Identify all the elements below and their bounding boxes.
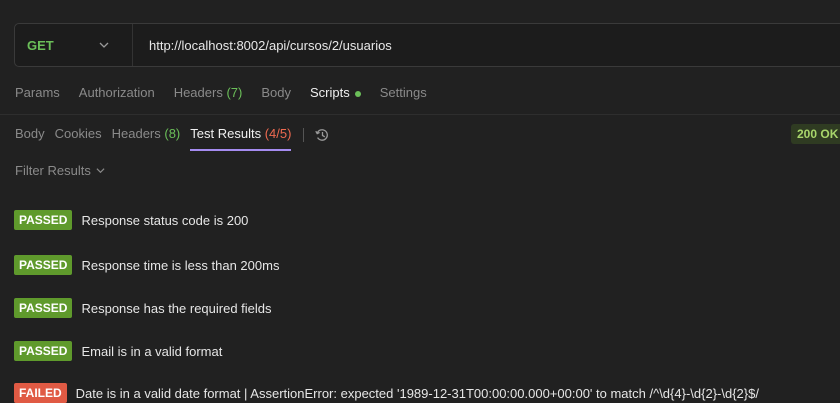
url-bar: GET http://localhost:8002/api/cursos/2/u…: [14, 23, 840, 67]
test-result-row: FAILED Date is in a valid date format | …: [14, 383, 759, 403]
modified-dot-icon: [354, 90, 361, 97]
tab-params[interactable]: Params: [15, 85, 60, 105]
tab-body[interactable]: Body: [261, 85, 291, 105]
passed-badge: PASSED: [14, 255, 73, 275]
url-input[interactable]: http://localhost:8002/api/cursos/2/usuar…: [149, 38, 392, 53]
tab-headers[interactable]: Headers (7): [174, 85, 243, 105]
tab-scripts[interactable]: Scripts: [310, 85, 361, 105]
request-tabs: Params Authorization Headers (7) Body Sc…: [15, 85, 446, 105]
divider: [0, 114, 840, 115]
response-tab-test-results[interactable]: Test Results (4/5): [190, 125, 292, 151]
chevron-down-icon: [96, 168, 105, 174]
top-bar: [0, 0, 840, 10]
tab-authorization[interactable]: Authorization: [79, 85, 155, 105]
test-result-row: PASSED Response has the required fields: [14, 298, 272, 318]
tab-separator: [303, 128, 305, 142]
test-result-row: PASSED Response status code is 200: [14, 210, 248, 230]
history-icon[interactable]: [314, 127, 330, 143]
test-results-count: (4/5): [264, 125, 292, 141]
response-tab-cookies[interactable]: Cookies: [55, 126, 102, 145]
chevron-down-icon: [99, 42, 109, 48]
method-selector[interactable]: GET: [15, 24, 133, 66]
test-result-row: PASSED Response time is less than 200ms: [14, 255, 279, 275]
filter-results-dropdown[interactable]: Filter Results: [15, 163, 105, 178]
response-tab-body[interactable]: Body: [15, 126, 45, 145]
failed-badge: FAILED: [14, 383, 67, 403]
test-result-text: Response time is less than 200ms: [81, 257, 280, 273]
response-headers-count: (8): [164, 125, 181, 141]
test-result-row: PASSED Email is in a valid format: [14, 341, 222, 361]
method-label: GET: [27, 37, 54, 53]
passed-badge: PASSED: [14, 298, 73, 318]
filter-label: Filter Results: [15, 163, 91, 178]
test-result-text: Email is in a valid format: [81, 343, 223, 359]
response-tab-headers[interactable]: Headers (8): [112, 126, 181, 145]
test-result-text: Response status code is 200: [81, 212, 249, 228]
test-result-text: Date is in a valid date format | Asserti…: [75, 385, 759, 401]
passed-badge: PASSED: [14, 210, 73, 230]
status-badge: 200 OK: [791, 124, 840, 144]
test-result-text: Response has the required fields: [81, 300, 272, 316]
response-tabs: Body Cookies Headers (8) Test Results (4…: [15, 123, 330, 151]
passed-badge: PASSED: [14, 341, 73, 361]
tab-settings[interactable]: Settings: [380, 85, 427, 105]
headers-count: (7): [226, 85, 243, 100]
